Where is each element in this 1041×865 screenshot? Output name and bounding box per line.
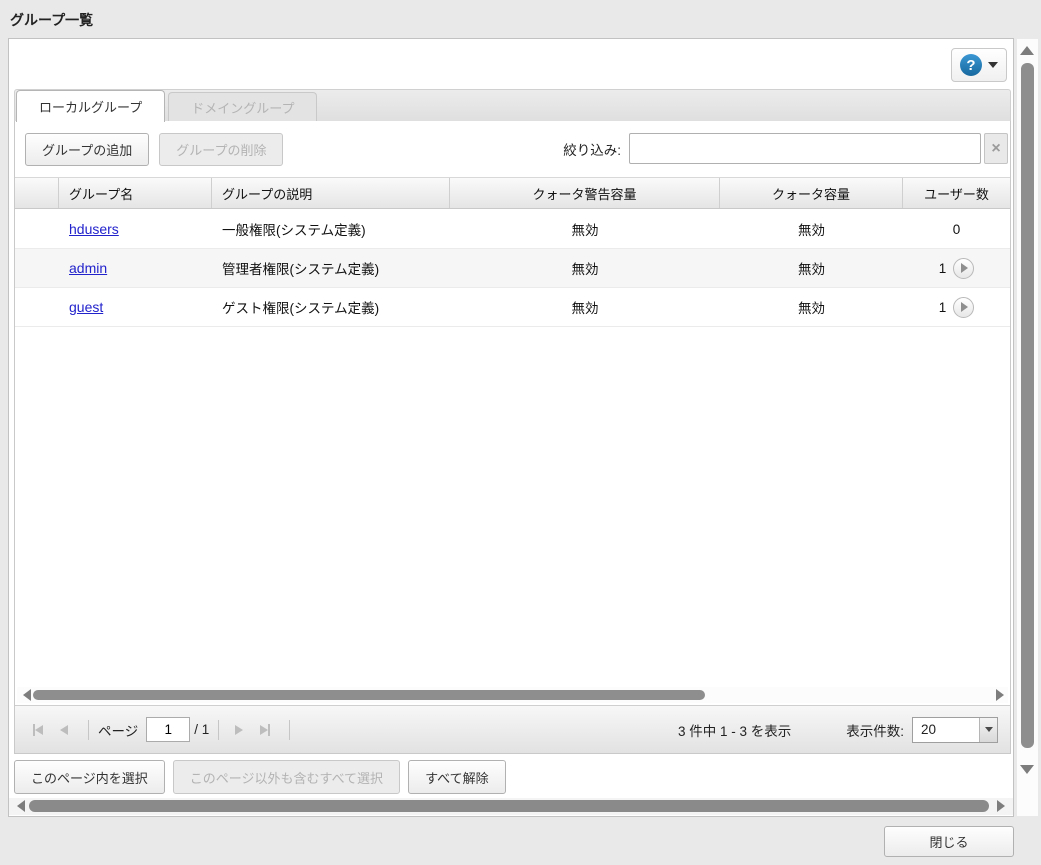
- quota-value: 無効: [720, 258, 903, 278]
- quota-value: 無効: [720, 219, 903, 239]
- table-horizontal-scrollbar[interactable]: [17, 687, 1008, 703]
- user-count: 1: [939, 261, 947, 276]
- group-description: ゲスト権限(システム定義): [212, 297, 450, 317]
- last-page-icon: [268, 724, 270, 736]
- play-icon: [961, 302, 968, 312]
- dialog-horizontal-scrollbar[interactable]: [9, 798, 1013, 815]
- clear-filter-button: ×: [984, 133, 1008, 164]
- per-page-label: 表示件数:: [846, 720, 904, 740]
- last-page-button: [254, 719, 276, 741]
- user-count: 1: [939, 300, 947, 315]
- select-all-button: このページ以外も含むすべて選択: [173, 760, 400, 794]
- page-title: グループ一覧: [10, 10, 93, 30]
- group-name-link[interactable]: guest: [69, 299, 103, 315]
- quota-warning-value: 無効: [450, 297, 720, 317]
- per-page-select[interactable]: 20: [912, 717, 998, 743]
- first-page-icon: [35, 725, 43, 735]
- table-row: hdusers 一般権限(システム定義) 無効 無効 0: [15, 210, 1010, 249]
- pagination-bar: ページ / 1 3 件中 1 - 3 を表示 表示件数: 20: [15, 705, 1010, 753]
- last-page-icon: [260, 725, 268, 735]
- help-icon: ?: [960, 54, 982, 76]
- column-header-user-count[interactable]: ユーザー数: [903, 178, 1010, 208]
- scroll-up-icon[interactable]: [1020, 46, 1034, 55]
- scroll-down-icon[interactable]: [1020, 765, 1034, 774]
- per-page-group: 表示件数: 20: [846, 717, 998, 743]
- chevron-down-icon: [985, 727, 993, 732]
- selection-buttons: このページ内を選択 このページ以外も含むすべて選択 すべて解除: [14, 760, 506, 794]
- user-count: 0: [953, 222, 961, 237]
- column-header-description[interactable]: グループの説明: [212, 178, 450, 208]
- group-description: 一般権限(システム定義): [212, 219, 450, 239]
- prev-page-button: [53, 719, 75, 741]
- total-pages: / 1: [194, 722, 209, 737]
- column-header-name[interactable]: グループ名: [59, 178, 212, 208]
- vertical-scrollbar[interactable]: [1017, 39, 1038, 816]
- chevron-down-icon: [988, 62, 998, 68]
- scrollbar-thumb[interactable]: [29, 800, 989, 812]
- group-list-dialog: ? ローカルグループ ドメイングループ グループの追加 グループの削除 絞り込み…: [8, 38, 1014, 817]
- play-icon: [961, 263, 968, 273]
- tab-domain-groups: ドメイングループ: [168, 92, 317, 121]
- separator: [88, 720, 89, 740]
- page-input[interactable]: [146, 717, 190, 742]
- select-dropdown-button[interactable]: [979, 718, 997, 742]
- expand-users-button[interactable]: [953, 258, 974, 279]
- next-page-icon: [235, 725, 243, 735]
- scrollbar-thumb[interactable]: [1021, 63, 1034, 748]
- quota-warning-value: 無効: [450, 219, 720, 239]
- page-label: ページ: [98, 720, 138, 740]
- scroll-right-icon[interactable]: [997, 800, 1005, 812]
- delete-group-button: グループの削除: [159, 133, 283, 166]
- group-name-link[interactable]: admin: [69, 260, 107, 276]
- tab-local-groups[interactable]: ローカルグループ: [16, 90, 165, 122]
- first-page-button: [27, 719, 49, 741]
- scroll-left-icon[interactable]: [23, 689, 31, 701]
- add-group-button[interactable]: グループの追加: [25, 133, 149, 166]
- scroll-right-icon[interactable]: [996, 689, 1004, 701]
- filter-input[interactable]: [629, 133, 981, 164]
- toolbar: グループの追加 グループの削除 絞り込み: ×: [15, 121, 1010, 177]
- quota-warning-value: 無効: [450, 258, 720, 278]
- separator: [218, 720, 219, 740]
- table-body: hdusers 一般権限(システム定義) 無効 無効 0 admin 管理者権限…: [15, 210, 1010, 327]
- tab-strip: ローカルグループ ドメイングループ: [14, 89, 1011, 121]
- close-icon: ×: [991, 140, 1000, 158]
- quota-value: 無効: [720, 297, 903, 317]
- separator: [289, 720, 290, 740]
- select-in-page-button[interactable]: このページ内を選択: [14, 760, 165, 794]
- deselect-all-button[interactable]: すべて解除: [408, 760, 506, 794]
- expand-users-button[interactable]: [953, 297, 974, 318]
- table-header: グループ名 グループの説明 クォータ警告容量 クォータ容量 ユーザー数: [15, 177, 1010, 209]
- next-page-button: [228, 719, 250, 741]
- group-name-link[interactable]: hdusers: [69, 221, 119, 237]
- filter-label: 絞り込み:: [563, 139, 621, 159]
- group-description: 管理者権限(システム定義): [212, 258, 450, 278]
- close-button[interactable]: 閉じる: [884, 826, 1014, 857]
- column-header-quota[interactable]: クォータ容量: [720, 178, 903, 208]
- column-header-select: [15, 178, 59, 208]
- table-row: admin 管理者権限(システム定義) 無効 無効 1: [15, 249, 1010, 288]
- per-page-value: 20: [921, 722, 936, 737]
- column-header-quota-warning[interactable]: クォータ警告容量: [450, 178, 720, 208]
- table-row: guest ゲスト権限(システム定義) 無効 無効 1: [15, 288, 1010, 327]
- help-button[interactable]: ?: [951, 48, 1007, 82]
- prev-page-icon: [60, 725, 68, 735]
- local-groups-panel: グループの追加 グループの削除 絞り込み: × グループ名 グループの説明 クォ…: [14, 120, 1011, 754]
- filter-group: 絞り込み: ×: [563, 133, 1008, 164]
- scroll-left-icon[interactable]: [17, 800, 25, 812]
- pagination-status: 3 件中 1 - 3 を表示: [678, 720, 791, 740]
- scrollbar-thumb[interactable]: [33, 690, 705, 700]
